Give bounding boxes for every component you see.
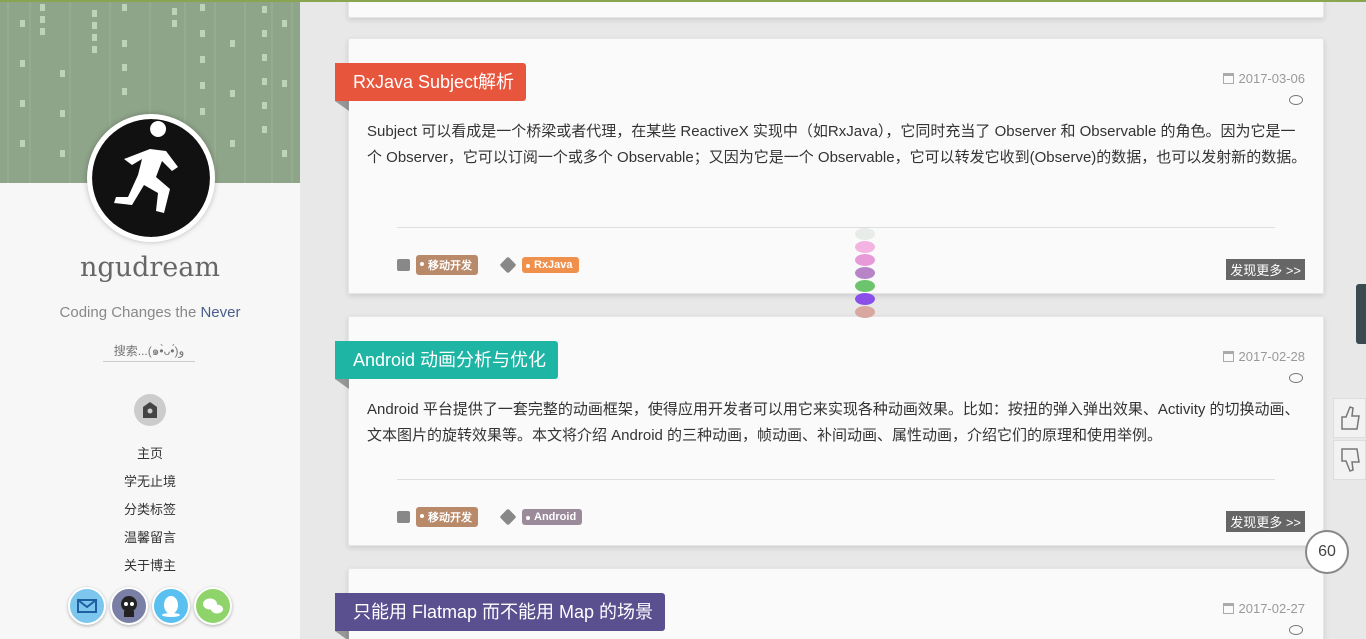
hearts-decoration	[855, 228, 877, 319]
post-date-text: 2017-03-06	[1238, 71, 1306, 86]
post-date-text: 2017-02-28	[1238, 349, 1306, 364]
heart-icon	[855, 228, 875, 240]
read-more-button[interactable]: 发现更多 >>	[1226, 511, 1305, 532]
nav-home[interactable]: 主页	[0, 443, 300, 462]
nav-categories[interactable]: 分类标签	[0, 499, 300, 518]
post-card-previous	[348, 0, 1324, 18]
post-date-text: 2017-02-27	[1238, 601, 1306, 616]
post-date: 2017-02-28	[1222, 349, 1306, 364]
ribbon-fold	[335, 101, 349, 111]
sidebar: ngudream Coding Changes the Never 主页 学无止…	[0, 0, 300, 639]
home-icon[interactable]	[134, 394, 166, 426]
heart-icon	[855, 241, 875, 253]
thumbs-up-button[interactable]	[1333, 398, 1366, 438]
heart-icon	[855, 267, 875, 279]
nav-about[interactable]: 关于博主	[0, 555, 300, 574]
comment-icon[interactable]	[1289, 373, 1303, 383]
tag-pill[interactable]: Android	[522, 509, 583, 525]
ribbon-fold	[335, 379, 349, 389]
ribbon-fold	[335, 631, 349, 639]
heart-icon	[855, 306, 875, 318]
calendar-icon	[1222, 603, 1234, 614]
category-pill[interactable]: 移动开发	[416, 255, 478, 275]
post-title-text[interactable]: Android 动画分析与优化	[353, 350, 546, 370]
tag-pill[interactable]: RxJava	[522, 257, 579, 273]
blog-motto: Coding Changes the Never	[0, 304, 300, 321]
motto-prefix: Coding Changes the	[59, 304, 197, 321]
tag-icon	[499, 256, 517, 274]
read-more-button[interactable]: 发现更多 >>	[1226, 259, 1305, 280]
top-accent-line	[0, 0, 1366, 2]
tag-icon	[499, 508, 517, 526]
runner-icon	[92, 119, 210, 237]
post-meta: 移动开发 RxJava	[397, 255, 579, 275]
post-meta: 移动开发 Android	[397, 507, 583, 527]
post-card: Android 动画分析与优化 2017-02-28 Android 平台提供了…	[335, 316, 1324, 546]
heart-icon	[855, 293, 875, 305]
calendar-icon	[1222, 73, 1234, 84]
post-date: 2017-02-27	[1222, 601, 1306, 616]
github-icon[interactable]	[110, 587, 148, 625]
main-content: RxJava Subject解析 2017-03-06 Subject 可以看成…	[300, 0, 1366, 639]
divider	[397, 479, 1275, 480]
post-title[interactable]: Android 动画分析与优化	[335, 341, 559, 389]
scroll-percent-counter[interactable]: 60	[1305, 530, 1349, 574]
post-title-text[interactable]: 只能用 Flatmap 而不能用 Map 的场景	[353, 602, 653, 622]
avatar[interactable]	[87, 114, 215, 242]
thumbs-up-icon	[1341, 406, 1360, 430]
nav-learning[interactable]: 学无止境	[0, 471, 300, 490]
thumbs-down-icon	[1341, 448, 1360, 472]
post-title[interactable]: RxJava Subject解析	[335, 63, 527, 111]
scroll-indicator[interactable]	[1356, 284, 1366, 344]
search-input[interactable]	[103, 340, 195, 362]
calendar-icon	[1222, 351, 1234, 362]
book-icon	[397, 511, 410, 523]
comment-icon[interactable]	[1289, 625, 1303, 635]
blog-name: ngudream	[80, 252, 220, 283]
comment-icon[interactable]	[1289, 95, 1303, 105]
divider	[397, 227, 1275, 228]
motto-highlight: Never	[200, 304, 241, 321]
post-title-text[interactable]: RxJava Subject解析	[353, 72, 514, 92]
post-summary: Subject 可以看成是一个桥梁或者代理，在某些 ReactiveX 实现中（…	[367, 123, 1307, 166]
post-title[interactable]: 只能用 Flatmap 而不能用 Map 的场景	[335, 593, 666, 639]
post-card: RxJava Subject解析 2017-03-06 Subject 可以看成…	[335, 38, 1324, 294]
heart-icon	[855, 254, 875, 266]
post-card: 只能用 Flatmap 而不能用 Map 的场景 2017-02-27	[335, 568, 1324, 639]
category-pill[interactable]: 移动开发	[416, 507, 478, 527]
qq-icon[interactable]	[152, 587, 190, 625]
nav-guestbook[interactable]: 温馨留言	[0, 527, 300, 546]
mail-icon[interactable]	[68, 587, 106, 625]
book-icon	[397, 259, 410, 271]
post-summary: Android 平台提供了一套完整的动画框架，使得应用开发者可以用它来实现各种动…	[367, 401, 1300, 444]
thumbs-down-button[interactable]	[1333, 440, 1366, 480]
heart-icon	[855, 280, 875, 292]
wechat-icon[interactable]	[194, 587, 232, 625]
post-date: 2017-03-06	[1222, 71, 1306, 86]
